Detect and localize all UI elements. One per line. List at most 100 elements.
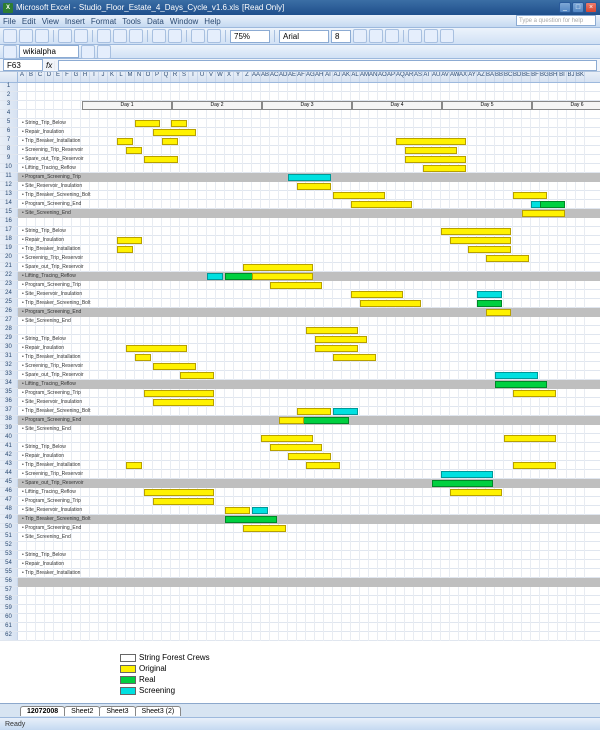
row-header[interactable]: 60 — [0, 614, 18, 622]
row-header[interactable]: 34 — [0, 380, 18, 388]
sheet-tab[interactable]: 12072008 — [20, 706, 65, 716]
col-header[interactable]: BG — [540, 72, 549, 82]
menu-file[interactable]: File — [3, 17, 16, 26]
gantt-bar[interactable] — [135, 354, 151, 361]
menu-insert[interactable]: Insert — [65, 17, 85, 26]
gantt-bar[interactable] — [225, 507, 250, 514]
col-header[interactable]: T — [189, 72, 198, 82]
gantt-bar[interactable] — [162, 138, 178, 145]
row-header[interactable]: 47 — [0, 497, 18, 505]
save-button[interactable] — [35, 29, 49, 43]
menu-view[interactable]: View — [42, 17, 59, 26]
col-header[interactable]: BK — [576, 72, 585, 82]
paste-button[interactable] — [129, 29, 143, 43]
col-header[interactable]: R — [171, 72, 180, 82]
name-box[interactable]: F63 — [3, 59, 43, 71]
col-header[interactable]: A — [18, 72, 27, 82]
col-header[interactable]: AX — [459, 72, 468, 82]
row-header[interactable]: 29 — [0, 335, 18, 343]
open-button[interactable] — [19, 29, 33, 43]
underline-button[interactable] — [385, 29, 399, 43]
gantt-bar[interactable] — [126, 147, 142, 154]
col-header[interactable]: AD — [279, 72, 288, 82]
gantt-bar[interactable] — [153, 498, 214, 505]
col-header[interactable]: AS — [414, 72, 423, 82]
col-header[interactable]: BD — [513, 72, 522, 82]
row-header[interactable]: 42 — [0, 452, 18, 460]
gantt-bar[interactable] — [126, 462, 142, 469]
row-header[interactable]: 2 — [0, 92, 18, 100]
row-header[interactable]: 49 — [0, 515, 18, 523]
col-header[interactable]: L — [117, 72, 126, 82]
col-header[interactable]: AN — [369, 72, 378, 82]
gantt-bar[interactable] — [315, 336, 367, 343]
gantt-bar[interactable] — [486, 309, 511, 316]
gantt-bar[interactable] — [306, 327, 358, 334]
copy-button[interactable] — [113, 29, 127, 43]
row-header[interactable]: 53 — [0, 551, 18, 559]
row-header[interactable]: 38 — [0, 416, 18, 424]
gantt-bar[interactable] — [450, 489, 502, 496]
col-header[interactable]: Q — [162, 72, 171, 82]
gantt-bar[interactable] — [252, 507, 268, 514]
gantt-bar[interactable] — [117, 138, 133, 145]
tool-button-2[interactable] — [97, 45, 111, 59]
col-header[interactable]: AY — [468, 72, 477, 82]
col-header[interactable]: AW — [450, 72, 459, 82]
addon-box[interactable]: wikialpha — [19, 45, 79, 58]
gantt-bar[interactable] — [297, 417, 349, 424]
gantt-bar[interactable] — [297, 408, 331, 415]
col-header[interactable]: Y — [234, 72, 243, 82]
gantt-bar[interactable] — [423, 165, 466, 172]
col-header[interactable]: AZ — [477, 72, 486, 82]
gantt-bar[interactable] — [495, 381, 547, 388]
bold-button[interactable] — [353, 29, 367, 43]
formula-input[interactable] — [58, 60, 597, 71]
gantt-bar[interactable] — [432, 480, 493, 487]
row-header[interactable]: 10 — [0, 164, 18, 172]
col-header[interactable]: D — [45, 72, 54, 82]
gantt-bar[interactable] — [153, 399, 214, 406]
row-header[interactable]: 39 — [0, 425, 18, 433]
gantt-bar[interactable] — [405, 156, 466, 163]
row-header[interactable]: 15 — [0, 209, 18, 217]
col-header[interactable]: AB — [261, 72, 270, 82]
col-header[interactable]: AP — [387, 72, 396, 82]
gantt-bar[interactable] — [333, 192, 385, 199]
gantt-bar[interactable] — [117, 246, 133, 253]
gantt-bar[interactable] — [252, 273, 313, 280]
gantt-bar[interactable] — [360, 300, 421, 307]
sort-desc-button[interactable] — [207, 29, 221, 43]
row-header[interactable]: 24 — [0, 290, 18, 298]
gantt-bar[interactable] — [315, 345, 358, 352]
col-header[interactable]: M — [126, 72, 135, 82]
col-header[interactable]: AQ — [396, 72, 405, 82]
gantt-bar[interactable] — [477, 300, 502, 307]
col-header[interactable]: AT — [423, 72, 432, 82]
row-header[interactable]: 35 — [0, 389, 18, 397]
col-header[interactable]: W — [216, 72, 225, 82]
row-header[interactable]: 7 — [0, 137, 18, 145]
align-right-button[interactable] — [440, 29, 454, 43]
gantt-bar[interactable] — [297, 183, 331, 190]
row-header[interactable]: 19 — [0, 245, 18, 253]
col-header[interactable]: AA — [252, 72, 261, 82]
col-header[interactable]: AE — [288, 72, 297, 82]
col-header[interactable]: O — [144, 72, 153, 82]
col-header[interactable]: C — [36, 72, 45, 82]
gantt-bar[interactable] — [288, 453, 331, 460]
col-header[interactable]: N — [135, 72, 144, 82]
cut-button[interactable] — [97, 29, 111, 43]
gantt-bar[interactable] — [396, 138, 466, 145]
row-header[interactable]: 25 — [0, 299, 18, 307]
row-header[interactable]: 8 — [0, 146, 18, 154]
row-header[interactable]: 59 — [0, 605, 18, 613]
gantt-bar[interactable] — [495, 372, 538, 379]
gantt-bar[interactable] — [180, 372, 214, 379]
col-header[interactable]: B — [27, 72, 36, 82]
row-header[interactable]: 50 — [0, 524, 18, 532]
row-header[interactable]: 40 — [0, 434, 18, 442]
col-header[interactable]: BF — [531, 72, 540, 82]
gantt-bar[interactable] — [522, 210, 565, 217]
row-header[interactable]: 57 — [0, 587, 18, 595]
